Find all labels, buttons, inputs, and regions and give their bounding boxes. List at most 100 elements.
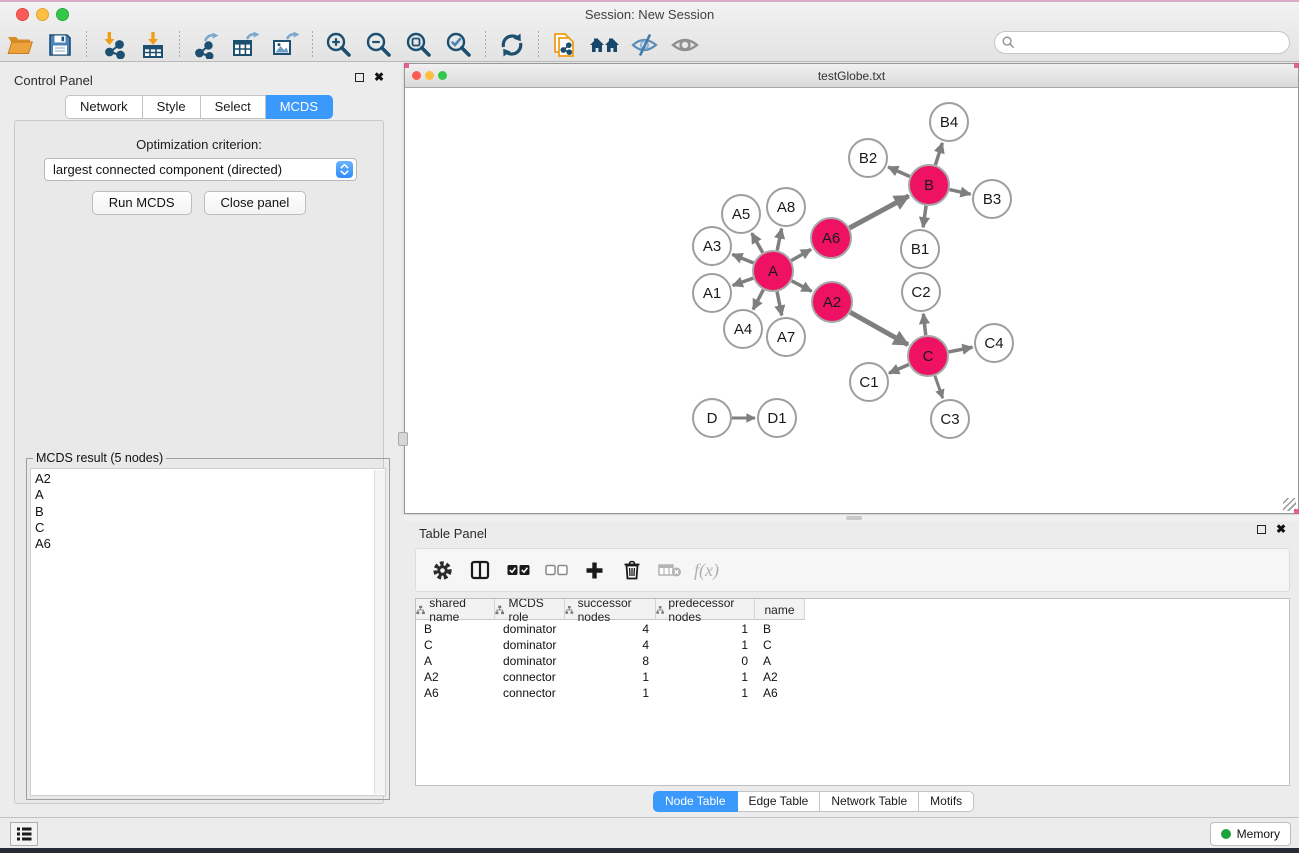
export-network-button[interactable]	[186, 29, 226, 61]
graph-node-A1[interactable]: A1	[693, 274, 731, 312]
select-all-columns-button[interactable]	[502, 554, 534, 586]
table-row[interactable]: A2connector11A2	[416, 669, 805, 685]
show-graphics-button[interactable]	[665, 29, 705, 61]
table-row[interactable]: Adominator80A	[416, 653, 805, 669]
table-row[interactable]: A6connector11A6	[416, 685, 805, 701]
graph-edge-B-B1[interactable]	[923, 206, 926, 227]
zoom-selected-button[interactable]	[439, 29, 479, 61]
network-window-titlebar[interactable]: testGlobe.txt	[405, 64, 1298, 88]
close-panel-icon[interactable]: ✖	[374, 73, 384, 82]
zoom-out-button[interactable]	[359, 29, 399, 61]
graph-node-A8[interactable]: A8	[767, 188, 805, 226]
column-header-shared-name[interactable]: shared name	[416, 599, 495, 620]
graph-node-C1[interactable]: C1	[850, 363, 888, 401]
graph-node-D[interactable]: D	[693, 399, 731, 437]
tab-mcds[interactable]: MCDS	[266, 95, 333, 119]
graph-edge-A-A4[interactable]	[753, 290, 763, 310]
close-panel-button[interactable]: Close panel	[204, 191, 307, 215]
import-table-button[interactable]	[133, 29, 173, 61]
graph-edge-A-A6[interactable]	[791, 249, 811, 260]
apply-layout-button[interactable]	[492, 29, 532, 61]
table-settings-button[interactable]	[426, 554, 458, 586]
table-cell[interactable]: B	[755, 621, 805, 637]
delete-columns-button[interactable]	[616, 554, 648, 586]
column-header-name[interactable]: name	[755, 599, 805, 620]
table-cell[interactable]: A	[755, 653, 805, 669]
column-header-predecessor-nodes[interactable]: predecessor nodes	[656, 599, 755, 620]
graph-edge-A-A8[interactable]	[777, 229, 781, 251]
table-cell[interactable]: 4	[565, 637, 656, 653]
graph-edge-A-A3[interactable]	[732, 254, 753, 263]
mcds-result-item[interactable]: A2	[31, 471, 385, 487]
table-cell[interactable]: B	[416, 621, 495, 637]
tab-select[interactable]: Select	[201, 95, 266, 119]
graph-edge-B-B3[interactable]	[949, 190, 970, 195]
splitter-handle[interactable]	[846, 516, 862, 520]
show-columns-button[interactable]	[464, 554, 496, 586]
table-cell[interactable]: dominator	[495, 621, 565, 637]
zoom-in-button[interactable]	[319, 29, 359, 61]
task-history-button[interactable]	[10, 822, 38, 846]
graph-node-B2[interactable]: B2	[849, 139, 887, 177]
criterion-dropdown[interactable]: largest connected component (directed)	[44, 158, 357, 181]
graph-edge-A-A7[interactable]	[777, 292, 782, 316]
table-cell[interactable]: A2	[755, 669, 805, 685]
mcds-result-item[interactable]: A6	[31, 536, 385, 552]
graph-edge-C-C1[interactable]	[889, 364, 909, 373]
graph-node-D1[interactable]: D1	[758, 399, 796, 437]
table-cell[interactable]: 1	[656, 621, 755, 637]
graph-node-A4[interactable]: A4	[724, 310, 762, 348]
graph-edge-C-C2[interactable]	[923, 314, 925, 335]
table-cell[interactable]: C	[755, 637, 805, 653]
float-panel-icon[interactable]	[355, 73, 364, 82]
new-session-from-network-button[interactable]	[545, 29, 585, 61]
graph-edge-B-B4[interactable]	[935, 143, 942, 165]
graph-node-B[interactable]: B	[909, 165, 949, 205]
mcds-result-item[interactable]: C	[31, 520, 385, 536]
graph-edge-A-A1[interactable]	[733, 278, 754, 285]
network-canvas[interactable]: B4B2BB3A5A8A6A3B1AC2A1A2A4A7C4CC1C3DD1	[406, 89, 1297, 513]
open-session-button[interactable]	[0, 29, 40, 61]
table-cell[interactable]: 1	[565, 685, 656, 701]
mcds-result-list[interactable]: A2ABCA6	[30, 468, 386, 796]
memory-button[interactable]: Memory	[1210, 822, 1291, 846]
import-network-button[interactable]	[93, 29, 133, 61]
tab-motifs[interactable]: Motifs	[919, 791, 974, 812]
close-table-panel-icon[interactable]: ✖	[1276, 525, 1286, 534]
graph-edge-C-C4[interactable]	[949, 347, 973, 352]
table-cell[interactable]: A	[416, 653, 495, 669]
table-row[interactable]: Cdominator41C	[416, 637, 805, 653]
graph-edge-A-A5[interactable]	[752, 233, 763, 253]
mcds-result-item[interactable]: A	[31, 487, 385, 503]
graph-edge-A2-C[interactable]	[850, 312, 908, 344]
graph-node-A3[interactable]: A3	[693, 227, 731, 265]
table-cell[interactable]: A2	[416, 669, 495, 685]
tab-network[interactable]: Network	[65, 95, 143, 119]
graph-node-A5[interactable]: A5	[722, 195, 760, 233]
graph-edge-B-B2[interactable]	[888, 167, 910, 177]
run-mcds-button[interactable]: Run MCDS	[92, 191, 192, 215]
first-neighbors-button[interactable]	[585, 29, 625, 61]
table-row[interactable]: Bdominator41B	[416, 621, 805, 637]
table-cell[interactable]: connector	[495, 669, 565, 685]
table-cell[interactable]: 8	[565, 653, 656, 669]
result-list-scrollbar[interactable]	[374, 470, 385, 794]
search-field[interactable]	[994, 31, 1290, 54]
mcds-result-item[interactable]: B	[31, 504, 385, 520]
table-cell[interactable]: 4	[565, 621, 656, 637]
tab-edge-table[interactable]: Edge Table	[738, 791, 821, 812]
create-column-button[interactable]	[578, 554, 610, 586]
table-cell[interactable]: 1	[656, 637, 755, 653]
column-header-MCDS-role[interactable]: MCDS role	[495, 599, 565, 620]
function-builder-button[interactable]: f(x)	[694, 560, 719, 581]
zoom-fit-button[interactable]	[399, 29, 439, 61]
hide-graphics-details-button[interactable]	[625, 29, 665, 61]
graph-node-C[interactable]: C	[908, 336, 948, 376]
node-table[interactable]: shared nameMCDS rolesuccessor nodesprede…	[415, 598, 1290, 786]
table-cell[interactable]: connector	[495, 685, 565, 701]
graph-node-A6[interactable]: A6	[811, 218, 851, 258]
search-input[interactable]	[1020, 36, 1289, 50]
table-cell[interactable]: A6	[755, 685, 805, 701]
tab-style[interactable]: Style	[143, 95, 201, 119]
float-table-panel-icon[interactable]	[1257, 525, 1266, 534]
